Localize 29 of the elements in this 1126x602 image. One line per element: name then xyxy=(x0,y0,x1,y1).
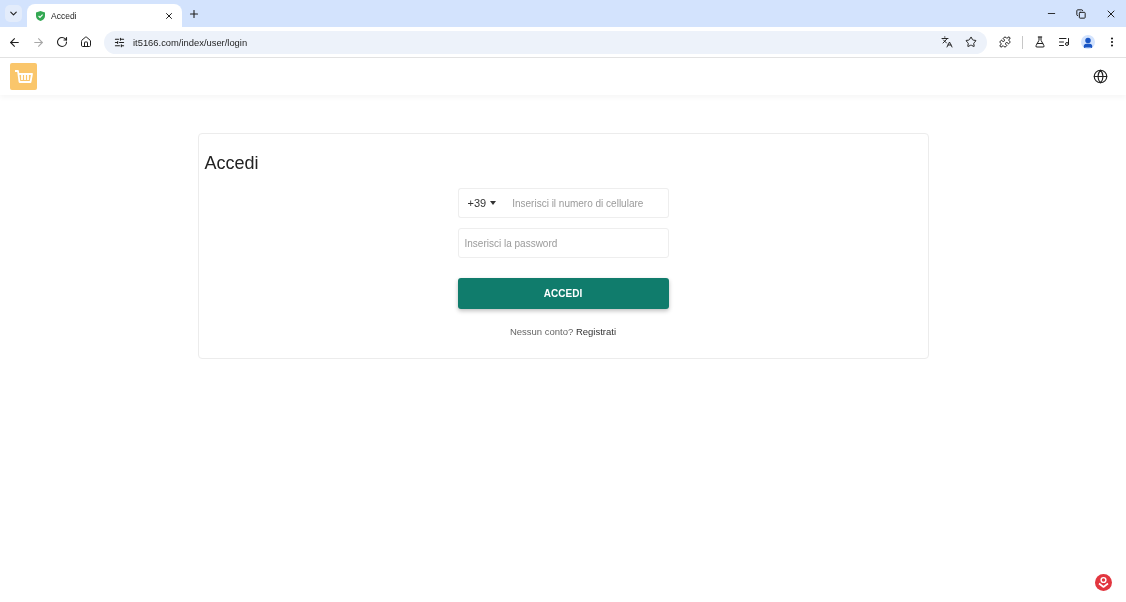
tab-title: Accedi xyxy=(51,10,78,21)
avatar-icon xyxy=(1081,35,1095,49)
browser-tab[interactable]: Accedi xyxy=(27,4,182,27)
media-list-icon xyxy=(1058,36,1070,48)
signup-prompt: Nessun conto? Registrati xyxy=(508,326,618,338)
puzzle-icon xyxy=(999,36,1011,48)
plus-icon xyxy=(188,8,200,20)
address-bar[interactable]: it5166.com/index/user/login xyxy=(104,30,987,54)
register-link[interactable]: Registrati xyxy=(575,326,617,337)
password-input-field[interactable]: Inserisci la password xyxy=(457,228,669,258)
floating-badge-icon[interactable] xyxy=(1095,574,1112,591)
arrow-left-icon xyxy=(7,35,21,49)
tab-list-button[interactable] xyxy=(5,5,22,22)
home-icon xyxy=(80,36,92,48)
translate-icon xyxy=(941,36,953,48)
new-tab-button[interactable] xyxy=(187,7,201,21)
login-button[interactable]: ACCEDI xyxy=(457,278,669,309)
restore-icon xyxy=(1076,8,1086,19)
login-title: Accedi xyxy=(204,152,260,175)
flask-icon xyxy=(1034,36,1046,48)
url-text: it5166.com/index/user/login xyxy=(133,36,249,48)
sliders-icon xyxy=(113,36,125,48)
arrow-right-icon xyxy=(31,35,45,49)
close-icon xyxy=(164,10,174,21)
chevron-down-icon xyxy=(8,8,19,19)
shield-icon xyxy=(36,10,45,21)
globe-icon[interactable] xyxy=(1093,69,1108,84)
reload-icon xyxy=(56,36,68,48)
star-icon xyxy=(965,36,977,48)
